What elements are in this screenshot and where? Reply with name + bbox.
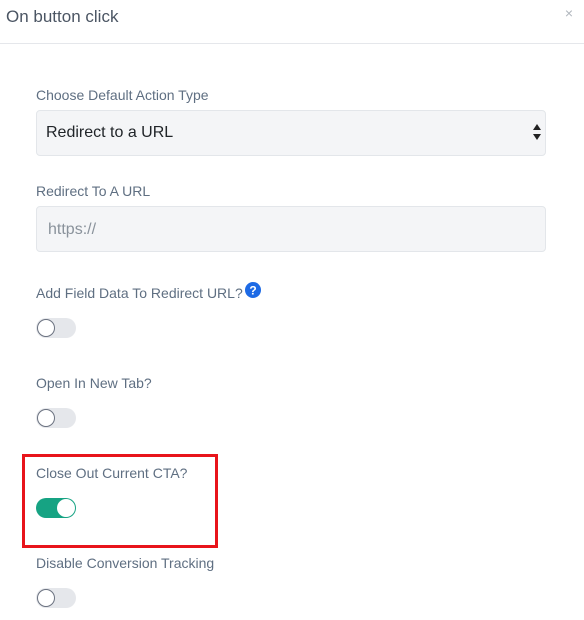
open-new-tab-label: Open In New Tab? xyxy=(36,375,152,391)
close-cta-label: Close Out Current CTA? xyxy=(36,465,188,481)
action-type-label: Choose Default Action Type xyxy=(36,87,209,103)
disable-tracking-label: Disable Conversion Tracking xyxy=(36,555,215,571)
open-new-tab-toggle[interactable] xyxy=(36,408,76,428)
dialog-header: On button click × xyxy=(0,0,584,44)
action-type-select[interactable]: Redirect to a URL xyxy=(36,110,546,156)
add-field-data-toggle[interactable] xyxy=(36,318,76,338)
close-cta-toggle[interactable] xyxy=(36,498,76,518)
add-field-data-label: Add Field Data To Redirect URL? xyxy=(36,285,243,301)
close-icon[interactable]: × xyxy=(565,5,573,21)
toggle-knob xyxy=(37,319,55,337)
redirect-url-placeholder: https:// xyxy=(48,221,97,238)
redirect-url-input[interactable]: https:// xyxy=(36,206,546,252)
toggle-knob xyxy=(37,589,55,607)
toggle-knob xyxy=(57,499,75,517)
redirect-url-label: Redirect To A URL xyxy=(36,183,151,199)
question-circle-icon[interactable]: ? xyxy=(245,282,261,298)
disable-tracking-toggle[interactable] xyxy=(36,588,76,608)
action-type-value: Redirect to a URL xyxy=(46,124,174,141)
toggle-knob xyxy=(37,409,55,427)
dialog-title: On button click xyxy=(6,7,119,26)
select-arrows-icon xyxy=(533,124,541,140)
svg-text:?: ? xyxy=(249,284,256,298)
